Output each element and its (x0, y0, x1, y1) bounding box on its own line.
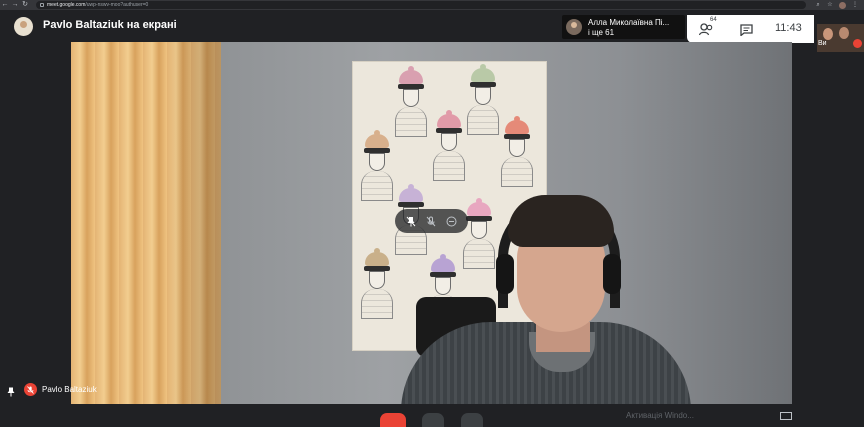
profile-avatar[interactable] (839, 1, 846, 9)
mic-off-icon (853, 39, 862, 48)
self-view-tile[interactable]: Ви (817, 24, 864, 52)
self-face-2 (839, 27, 849, 39)
forward-icon[interactable]: → (10, 0, 20, 10)
pin-icon[interactable] (405, 215, 417, 227)
remove-icon[interactable] (446, 215, 458, 227)
people-icon[interactable] (698, 22, 715, 36)
url-path: /uwp-nswv-moo?authuser=0 (85, 2, 149, 8)
meet-top-bar: Pavlo Baltaziuk на екрані Алла Миколаївн… (0, 10, 864, 52)
main-video-stage[interactable] (71, 42, 792, 404)
headphones-right-cup (603, 254, 621, 294)
bottom-control-bar: Pavlo Baltaziuk Активація Windo... (0, 383, 864, 427)
back-icon[interactable]: ← (0, 0, 10, 10)
leave-call-button[interactable] (380, 413, 406, 427)
self-face-1 (823, 28, 833, 40)
chat-icon[interactable] (740, 23, 753, 37)
poster-figure (359, 130, 395, 204)
poster-figure (393, 66, 429, 140)
participant-avatar (566, 19, 582, 35)
presenting-title: Pavlo Baltaziuk на екрані (43, 19, 177, 31)
tile-overlay-controls (395, 209, 468, 233)
person-hair (508, 195, 614, 247)
meeting-info-panel: 64 11:43 (687, 15, 814, 43)
self-tile-label: Ви (818, 40, 827, 47)
poster-figure (359, 248, 395, 322)
presenter-avatar (14, 17, 33, 36)
url-text: meet.google.com/uwp-nswv-moo?authuser=0 (47, 2, 148, 8)
camera-button[interactable] (461, 413, 483, 427)
participant-card[interactable]: Алла Миколаївна Пі... і ще 61 (562, 15, 685, 39)
search-icon[interactable]: ⌕ (815, 2, 821, 8)
participant-name: Алла Миколаївна Пі... (588, 18, 670, 27)
menu-icon[interactable]: ⋮ (852, 2, 858, 8)
poster-figure (461, 198, 497, 272)
microphone-button[interactable] (422, 413, 444, 427)
people-count: 64 (710, 17, 717, 23)
reload-icon[interactable]: ↻ (20, 0, 30, 10)
star-icon[interactable]: ☆ (827, 2, 833, 8)
speaker-name-label: Pavlo Baltaziuk (42, 385, 97, 394)
curtain-shadow (167, 42, 221, 404)
headphones-left-cup (496, 254, 514, 294)
browser-toolbar: ← → ↻ meet.google.com/uwp-nswv-moo?authu… (0, 0, 864, 10)
poster-figure (465, 64, 501, 138)
poster-figure (499, 116, 535, 190)
pin-indicator-icon (7, 384, 15, 397)
lock-icon (40, 3, 44, 7)
mute-mic-icon[interactable] (425, 215, 437, 227)
url-host: meet.google.com (47, 2, 86, 8)
poster-figure (431, 110, 467, 184)
participant-more-count: і ще 61 (588, 28, 615, 37)
address-bar[interactable]: meet.google.com/uwp-nswv-moo?authuser=0 (36, 1, 806, 9)
mic-off-badge-icon (24, 383, 37, 396)
clock: 11:43 (775, 22, 802, 34)
